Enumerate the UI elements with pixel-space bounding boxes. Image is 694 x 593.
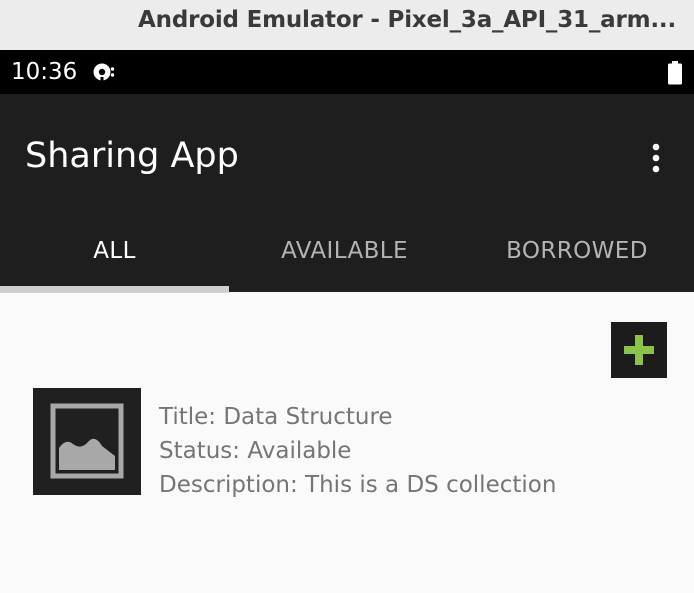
- battery-full-icon: [668, 61, 682, 85]
- emulator-window: Android Emulator - Pixel_3a_API_31_arm..…: [0, 0, 694, 593]
- more-vert-icon[interactable]: [645, 142, 667, 174]
- tab-borrowed[interactable]: BORROWED: [460, 204, 694, 292]
- item-details: Title: Data Structure Status: Available …: [159, 400, 556, 502]
- item-description: Description: This is a DS collection: [159, 472, 557, 498]
- app-toolbar: Sharing App ALL AVAILABLE BORROWED: [0, 94, 694, 292]
- add-item-button[interactable]: [611, 322, 667, 378]
- app-title: Sharing App: [25, 136, 239, 176]
- status-bar: 10:36: [0, 50, 694, 94]
- item-status: Status: Available: [159, 438, 352, 464]
- sync-notification-icon: [93, 63, 115, 81]
- status-time: 10:36: [11, 59, 78, 85]
- tab-bar: ALL AVAILABLE BORROWED: [0, 204, 694, 292]
- image-placeholder-icon: [50, 403, 124, 479]
- item-title: Title: Data Structure: [159, 404, 393, 430]
- item-thumbnail: [33, 388, 141, 495]
- emulator-title-bar[interactable]: Android Emulator - Pixel_3a_API_31_arm..…: [0, 0, 694, 50]
- tab-selected-indicator: [0, 286, 229, 293]
- list-item[interactable]: Title: Data Structure Status: Available …: [33, 388, 673, 498]
- tab-all[interactable]: ALL: [0, 204, 229, 292]
- emulator-window-title: Android Emulator - Pixel_3a_API_31_arm..…: [138, 7, 676, 33]
- tab-available[interactable]: AVAILABLE: [229, 204, 460, 292]
- plus-icon: [624, 335, 654, 365]
